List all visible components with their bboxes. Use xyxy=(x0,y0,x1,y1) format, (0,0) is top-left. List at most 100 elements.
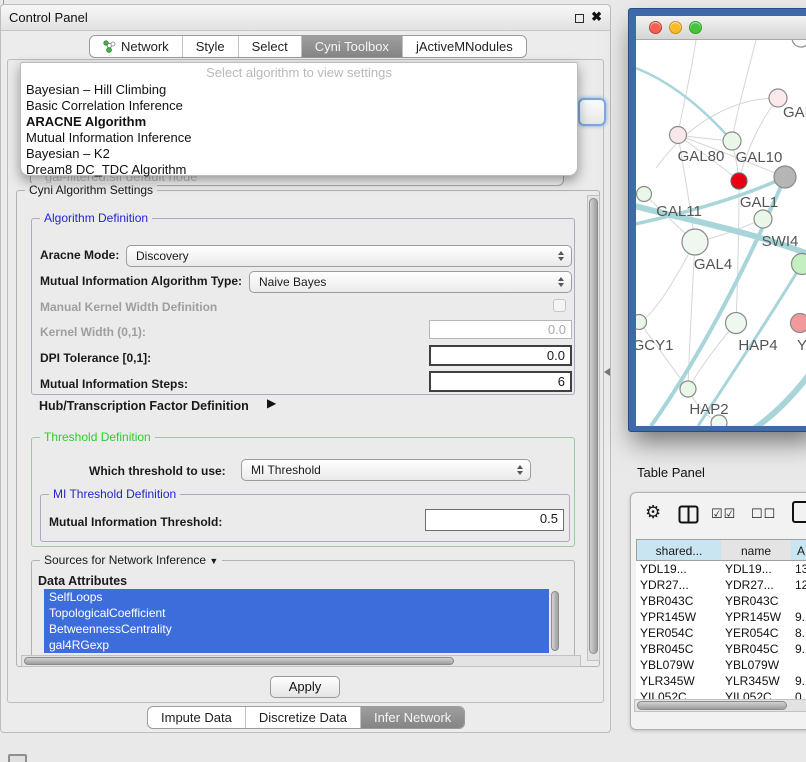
control-panel-title: Control Panel xyxy=(9,5,88,31)
tab-network-label: Network xyxy=(121,39,169,54)
manual-kernel-checkbox[interactable] xyxy=(553,299,566,312)
threshold-definition-title: Threshold Definition xyxy=(40,430,155,444)
table-row[interactable]: YER054CYER054C8. xyxy=(636,625,806,641)
algorithm-combo-fragment[interactable] xyxy=(578,98,606,126)
unchecked-checkboxes-icon[interactable]: ☐☐ xyxy=(751,506,776,522)
table-hscrollbar[interactable] xyxy=(634,699,806,712)
mi-threshold-field[interactable]: 0.5 xyxy=(425,509,564,531)
node-label: GAL4 xyxy=(694,256,732,273)
network-node-labels: GAL GAL80 GAL10 GAL11 GAL1 SWI4 GAL4 GCY… xyxy=(636,104,806,418)
node-bright-green[interactable] xyxy=(792,254,806,275)
which-threshold-combo[interactable]: MI Threshold xyxy=(241,459,531,481)
algorithm-option[interactable]: Dream8 DC_TDC Algorithm xyxy=(21,162,577,178)
sources-group-title: Sources for Network Inference ▼ xyxy=(40,553,222,568)
table-row[interactable]: YBR045CYBR045C9. xyxy=(636,641,806,657)
threshold-definition-group: Threshold Definition Which threshold to … xyxy=(31,437,575,547)
attribute-item[interactable]: SelfLoops xyxy=(44,589,549,605)
combo-arrows-icon xyxy=(517,465,523,475)
mi-steps-field[interactable]: 6 xyxy=(429,371,572,392)
settings-vscrollbar[interactable] xyxy=(587,195,600,661)
table-panel-title: Table Panel xyxy=(637,465,705,480)
node-salmon[interactable] xyxy=(791,314,806,333)
settings-group-title: Cyni Algorithm Settings xyxy=(25,183,157,197)
column-header-partial[interactable]: A xyxy=(791,539,806,561)
table-row[interactable]: YBL079WYBL079W xyxy=(636,657,806,673)
minimize-traffic-light[interactable] xyxy=(669,21,682,34)
tab-impute-data[interactable]: Impute Data xyxy=(148,707,246,728)
network-canvas[interactable]: GAL GAL80 GAL10 GAL11 GAL1 SWI4 GAL4 GCY… xyxy=(636,40,806,426)
table-document-icon[interactable] xyxy=(791,499,806,525)
collapse-arrow-icon[interactable]: ▼ xyxy=(209,556,218,566)
checked-checkboxes-icon[interactable]: ☑☑ xyxy=(711,506,736,522)
cyni-bottom-tabbar: Impute Data Discretize Data Infer Networ… xyxy=(147,706,465,729)
node-hap4[interactable] xyxy=(726,313,747,334)
node-gal4[interactable] xyxy=(682,229,708,255)
node-gray[interactable] xyxy=(774,166,796,188)
algorithm-option-selected[interactable]: ARACNE Algorithm xyxy=(21,114,577,130)
tab-jactivemnodules[interactable]: jActiveMNodules xyxy=(403,36,526,57)
data-attributes-label: Data Attributes xyxy=(38,574,127,588)
mi-type-combo[interactable]: Naive Bayes xyxy=(249,271,572,293)
tab-select[interactable]: Select xyxy=(239,36,302,57)
network-view-window: GAL GAL80 GAL10 GAL11 GAL1 SWI4 GAL4 GCY… xyxy=(628,8,806,432)
algorithm-option[interactable]: Bayesian – Hill Climbing xyxy=(21,82,577,98)
tab-infer-network[interactable]: Infer Network xyxy=(361,707,464,728)
gear-icon[interactable]: ⚙ xyxy=(645,502,661,523)
cyni-toolbox-panel: gal-filtered.sif default node Select alg… xyxy=(7,59,604,703)
table-row[interactable]: YDR27...YDR27...12 xyxy=(636,577,806,593)
node-gal10[interactable] xyxy=(723,132,741,150)
algorithm-definition-group: Algorithm Definition Aracne Mode: Discov… xyxy=(31,218,575,395)
table-row[interactable]: YLR345WYLR345W9. xyxy=(636,673,806,689)
algorithm-option[interactable]: Basic Correlation Inference xyxy=(21,98,577,114)
attribute-item[interactable]: TopologicalCoefficient xyxy=(44,605,549,621)
kernel-width-field[interactable]: 0.0 xyxy=(429,320,572,339)
split-columns-icon[interactable] xyxy=(678,505,699,524)
node-red[interactable] xyxy=(731,173,747,189)
column-header-shared[interactable]: shared... xyxy=(636,539,722,561)
table-hscrollbar-thumb[interactable] xyxy=(637,701,787,710)
apply-button[interactable]: Apply xyxy=(270,676,340,698)
column-header-name[interactable]: name xyxy=(721,539,792,561)
splitter-collapse-arrow[interactable] xyxy=(604,368,610,376)
settings-vscrollbar-thumb[interactable] xyxy=(589,198,598,654)
settings-hscrollbar-thumb[interactable] xyxy=(24,657,454,665)
node-partial-top[interactable] xyxy=(792,40,806,47)
table-row[interactable]: YBR043CYBR043C xyxy=(636,593,806,609)
node-label: Y xyxy=(797,337,806,354)
control-panel-tabbar: Network Style Select Cyni Toolbox jActiv… xyxy=(89,35,527,58)
tab-network[interactable]: Network xyxy=(90,36,183,57)
attributes-vscrollbar-thumb[interactable] xyxy=(551,591,559,651)
node-gal11[interactable] xyxy=(637,187,652,202)
attribute-item[interactable]: BetweennessCentrality xyxy=(44,621,549,637)
algorithm-option[interactable]: Mutual Information Inference xyxy=(21,130,577,146)
mi-threshold-group-title: MI Threshold Definition xyxy=(49,487,180,501)
close-traffic-light[interactable] xyxy=(649,21,662,34)
node-gcy1[interactable] xyxy=(636,315,647,330)
node-label: GAL11 xyxy=(656,203,702,220)
node-hap2[interactable] xyxy=(680,381,696,397)
tab-cyni-toolbox[interactable]: Cyni Toolbox xyxy=(302,36,403,57)
node-gal80[interactable] xyxy=(670,127,687,144)
algorithm-option[interactable]: Bayesian – K2 xyxy=(21,146,577,162)
tab-discretize-data[interactable]: Discretize Data xyxy=(246,707,361,728)
tab-style[interactable]: Style xyxy=(183,36,239,57)
table-row[interactable]: YDL19...YDL19...13 xyxy=(636,561,806,577)
node-label: GAL xyxy=(783,104,806,121)
application-root: Control Panel ✖ Network Style Select Cyn… xyxy=(0,0,806,762)
expand-arrow-icon[interactable]: ▶ xyxy=(267,396,276,410)
zoom-traffic-light[interactable] xyxy=(689,21,702,34)
node-gal1[interactable] xyxy=(754,210,772,228)
network-window-inner: GAL GAL80 GAL10 GAL11 GAL1 SWI4 GAL4 GCY… xyxy=(636,16,806,426)
float-window-icon[interactable] xyxy=(575,14,584,23)
table-rows: YDL19...YDL19...13 YDR27...YDR27...12 YB… xyxy=(636,561,806,705)
close-icon[interactable]: ✖ xyxy=(591,9,602,25)
attribute-item[interactable]: gal4RGexp xyxy=(44,637,549,653)
hub-section-label[interactable]: Hub/Transcription Factor Definition xyxy=(39,399,249,413)
control-panel-window: Control Panel ✖ Network Style Select Cyn… xyxy=(0,4,611,733)
dpi-tolerance-field[interactable]: 0.0 xyxy=(429,345,572,366)
settings-hscrollbar[interactable] xyxy=(21,655,581,667)
dock-panel-icon[interactable] xyxy=(8,754,27,762)
table-row[interactable]: YPR145WYPR145W9. xyxy=(636,609,806,625)
aracne-mode-combo[interactable]: Discovery xyxy=(126,245,572,267)
control-panel-titlebar: Control Panel ✖ xyxy=(1,5,610,31)
